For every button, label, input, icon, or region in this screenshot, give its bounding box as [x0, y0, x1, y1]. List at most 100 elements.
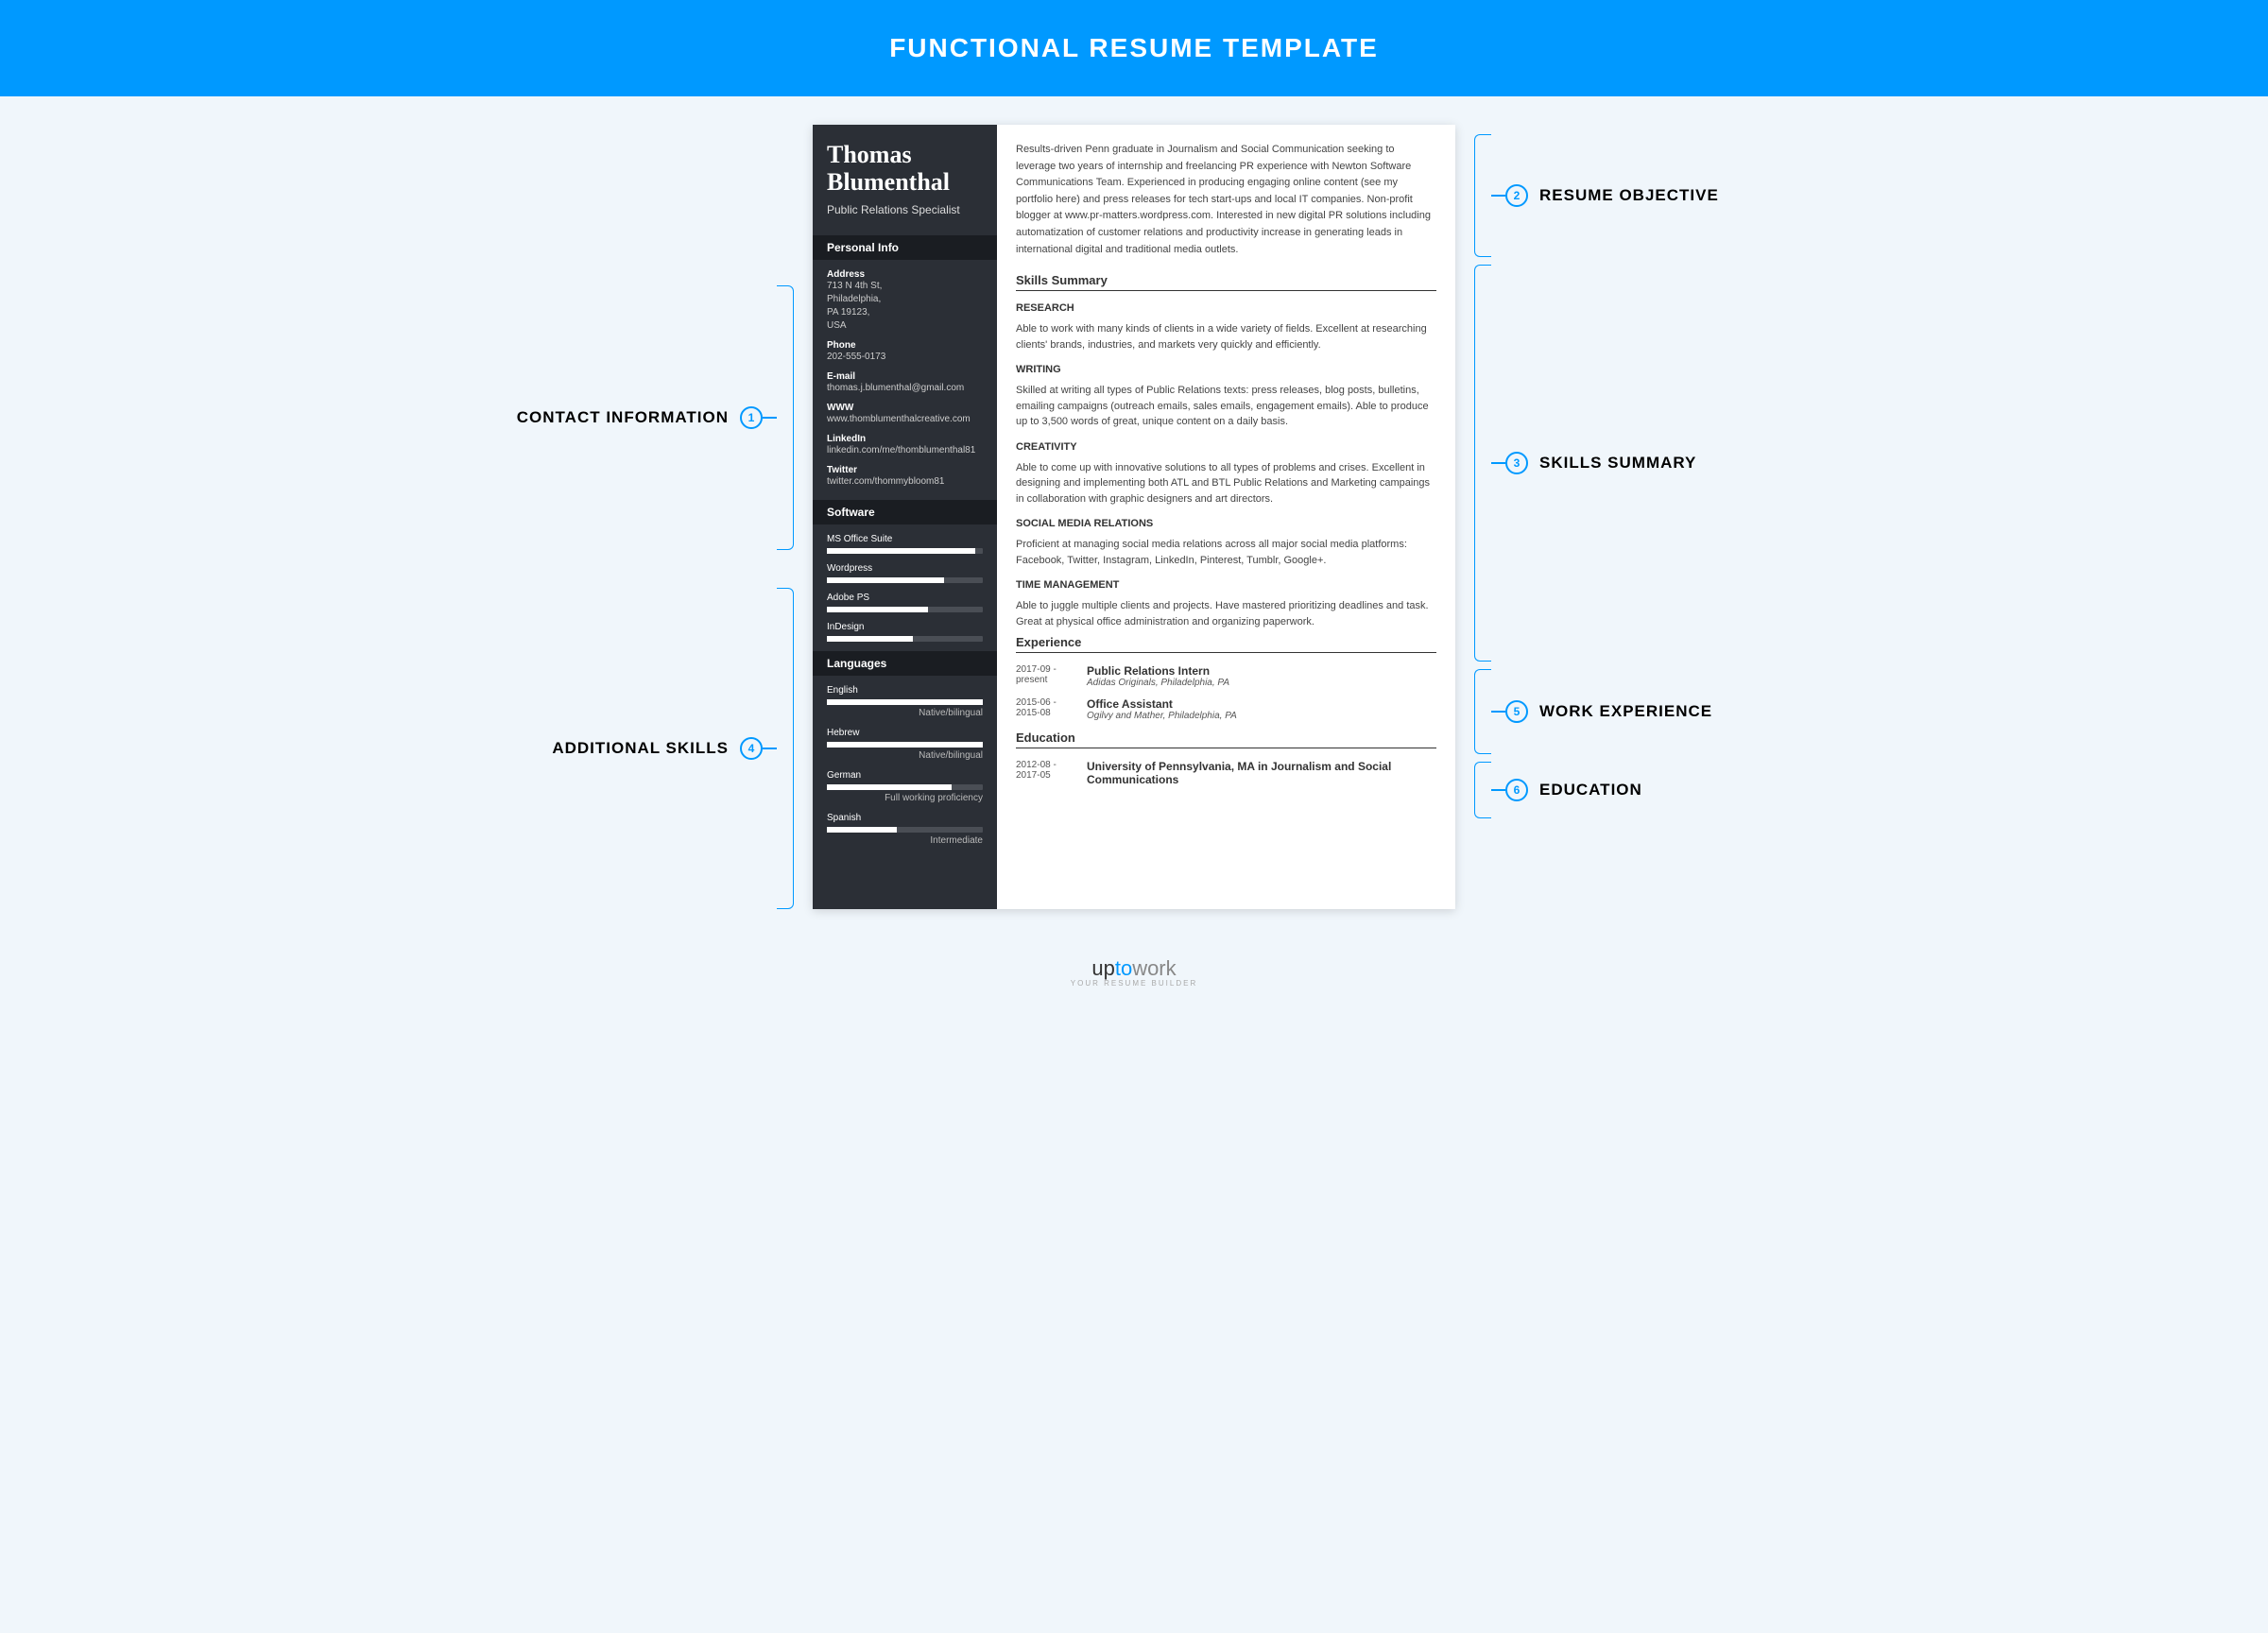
resume-document: Thomas Blumenthal Public Relations Speci… [813, 125, 1455, 909]
language-skill: SpanishIntermediate [827, 813, 983, 846]
callout-label: EDUCATION [1539, 781, 1642, 799]
experience-company: Adidas Originals, Philadelphia, PA [1087, 678, 1436, 688]
skill-bar [827, 636, 983, 642]
language-skill: GermanFull working proficiency [827, 770, 983, 803]
resume-content: Results-driven Penn graduate in Journali… [997, 125, 1455, 909]
skill-heading: CREATIVITY [1016, 441, 1436, 453]
email-value: thomas.j.blumenthal@gmail.com [827, 382, 983, 395]
skill-name: Adobe PS [827, 593, 983, 603]
job-title: Public Relations Specialist [827, 203, 983, 218]
skill-bar [827, 548, 983, 554]
brand-work: work [1132, 956, 1176, 980]
email-label: E-mail [827, 371, 983, 382]
software-skill: InDesign [827, 622, 983, 642]
connector-line [1491, 789, 1505, 791]
main-layout: CONTACT INFORMATION 1 ADDITIONAL SKILLS … [0, 96, 2268, 937]
callout-label: SKILLS SUMMARY [1539, 454, 1696, 473]
bracket-icon [777, 285, 794, 550]
connector-line [1491, 711, 1505, 713]
experience-title: Public Relations Intern [1087, 664, 1436, 678]
skill-heading: TIME MANAGEMENT [1016, 579, 1436, 591]
skill-name: English [827, 685, 983, 696]
skill-name: Hebrew [827, 728, 983, 738]
skill-bar [827, 784, 983, 790]
experience-row: 2015-06 - 2015-08 Office AssistantOgilvy … [1016, 697, 1436, 721]
linkedin-label: LinkedIn [827, 434, 983, 444]
address-value: 713 N 4th St, Philadelphia, PA 19123, US… [827, 280, 983, 333]
section-skills-summary: Skills Summary [1016, 273, 1436, 291]
language-skill: Hebrew Native/bilingual [827, 728, 983, 761]
section-languages: Languages [813, 651, 997, 676]
language-skill: English Native/bilingual [827, 685, 983, 718]
callout-additional-skills: ADDITIONAL SKILLS 4 [552, 588, 794, 909]
address-label: Address [827, 269, 983, 280]
connector-line [763, 417, 777, 419]
phone-value: 202-555-0173 [827, 351, 983, 364]
brand-to: to [1115, 956, 1132, 980]
bracket-icon [1474, 669, 1491, 754]
header-title: FUNCTIONAL RESUME TEMPLATE [889, 33, 1379, 62]
connector-line [1491, 462, 1505, 464]
callout-number: 6 [1505, 779, 1528, 801]
experience-date: 2015-06 - 2015-08 [1016, 697, 1073, 721]
experience-row: 2017-09 - present Public Relations Intern… [1016, 664, 1436, 688]
callout-number: 4 [740, 737, 763, 760]
callout-label: ADDITIONAL SKILLS [552, 739, 729, 758]
connector-line [1491, 195, 1505, 197]
skill-bar [827, 827, 983, 833]
skill-bar [827, 607, 983, 612]
education-row: 2012-08 - 2017-05University of Pennsylva… [1016, 760, 1436, 786]
skill-level: Native/bilingual [827, 750, 983, 761]
experience-date: 2017-09 - present [1016, 664, 1073, 688]
callout-label: WORK EXPERIENCE [1539, 702, 1712, 721]
software-skill: Adobe PS [827, 593, 983, 612]
brand-up: up [1091, 956, 1114, 980]
education-date: 2012-08 - 2017-05 [1016, 760, 1073, 786]
linkedin-value: linkedin.com/me/thomblumenthal81 [827, 444, 983, 457]
candidate-name: Thomas Blumenthal [827, 142, 983, 196]
skill-name: Spanish [827, 813, 983, 823]
callout-skills: 3 SKILLS SUMMARY [1474, 265, 1696, 662]
callout-contact: CONTACT INFORMATION 1 [517, 285, 794, 550]
callout-number: 5 [1505, 700, 1528, 723]
skill-name: InDesign [827, 622, 983, 632]
resume-sidebar: Thomas Blumenthal Public Relations Speci… [813, 125, 997, 909]
experience-company: Ogilvy and Mather, Philadelphia, PA [1087, 711, 1436, 721]
skill-bar [827, 742, 983, 748]
section-experience: Experience [1016, 635, 1436, 653]
bracket-icon [1474, 762, 1491, 818]
skill-level: Native/bilingual [827, 708, 983, 718]
www-label: WWW [827, 403, 983, 413]
skill-heading: RESEARCH [1016, 302, 1436, 314]
footer: uptowork YOUR RESUME BUILDER [0, 937, 2268, 1016]
skill-name: Wordpress [827, 563, 983, 574]
callout-label: RESUME OBJECTIVE [1539, 186, 1719, 205]
section-personal-info: Personal Info [813, 235, 997, 260]
skill-description: Able to come up with innovative solution… [1016, 460, 1436, 507]
software-skill: MS Office Suite [827, 534, 983, 554]
twitter-value: twitter.com/thommybloom81 [827, 475, 983, 489]
callouts-right: 2 RESUME OBJECTIVE 3 SKILLS SUMMARY 5 WO… [1474, 125, 1758, 909]
skill-heading: SOCIAL MEDIA RELATIONS [1016, 518, 1436, 529]
callout-number: 1 [740, 406, 763, 429]
software-skill: Wordpress [827, 563, 983, 583]
bracket-icon [1474, 134, 1491, 257]
page-header: FUNCTIONAL RESUME TEMPLATE [0, 0, 2268, 96]
callout-education: 6 EDUCATION [1474, 762, 1642, 818]
callouts-left: CONTACT INFORMATION 1 ADDITIONAL SKILLS … [510, 125, 794, 909]
skill-level: Full working proficiency [827, 793, 983, 803]
skill-heading: WRITING [1016, 364, 1436, 375]
brand-logo: uptowork [0, 956, 2268, 981]
www-value: www.thomblumenthalcreative.com [827, 413, 983, 426]
skill-description: Able to work with many kinds of clients … [1016, 321, 1436, 352]
phone-label: Phone [827, 340, 983, 351]
experience-title: Office Assistant [1087, 697, 1436, 711]
section-education: Education [1016, 731, 1436, 748]
section-software: Software [813, 500, 997, 524]
callout-label: CONTACT INFORMATION [517, 408, 729, 427]
skill-bar [827, 699, 983, 705]
skill-description: Skilled at writing all types of Public R… [1016, 383, 1436, 430]
bracket-icon [777, 588, 794, 909]
connector-line [763, 748, 777, 749]
skill-bar [827, 577, 983, 583]
